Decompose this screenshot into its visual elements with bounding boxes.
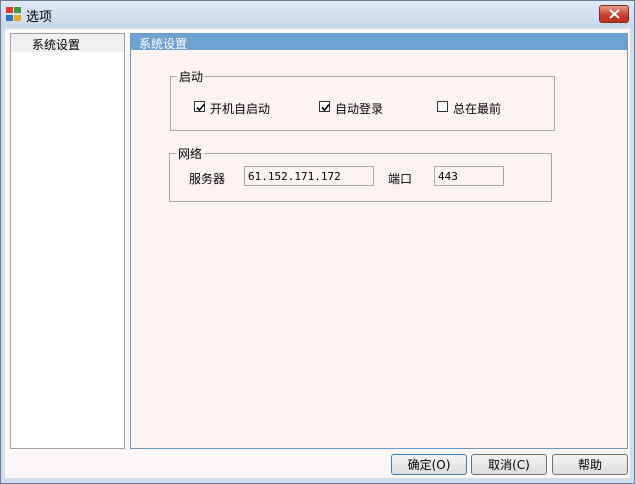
options-dialog: 选项 系统设置 系统设置 启动 开机自启动 自动登录 总在最前 网络 服务器 6… <box>0 0 635 484</box>
panel-title: 系统设置 <box>139 37 188 51</box>
auto-start-label: 开机自启动 <box>210 102 271 116</box>
app-icon <box>6 6 22 22</box>
always-on-top-label: 总在最前 <box>453 102 502 116</box>
auto-start-checkbox-box[interactable] <box>194 101 205 112</box>
server-address-field[interactable] <box>244 166 374 186</box>
port-label: 端口 <box>388 172 413 186</box>
server-label: 服务器 <box>189 172 226 186</box>
checkmark-icon <box>321 103 330 112</box>
help-button[interactable]: 帮助 <box>552 454 628 475</box>
window-title: 选项 <box>26 10 53 25</box>
network-group: 网络 服务器 端口 <box>169 145 552 202</box>
sidebar-item-label: 系统设置 <box>32 38 81 52</box>
sidebar-item-system-settings[interactable]: 系统设置 <box>11 34 124 52</box>
panel-header: 系统设置 <box>131 34 627 51</box>
port-field[interactable] <box>434 166 504 186</box>
network-group-label: 网络 <box>176 145 205 162</box>
close-button[interactable] <box>599 5 629 23</box>
category-list: 系统设置 <box>10 33 125 449</box>
startup-group-label: 启动 <box>177 68 206 85</box>
auto-login-label: 自动登录 <box>335 102 384 116</box>
always-on-top-checkbox-box[interactable] <box>437 101 448 112</box>
checkmark-icon <box>196 103 205 112</box>
title-bar[interactable]: 选项 <box>1 1 634 27</box>
dialog-body: 系统设置 系统设置 启动 开机自启动 自动登录 总在最前 网络 服务器 61.1… <box>5 29 630 478</box>
cancel-button[interactable]: 取消(C) <box>471 454 547 475</box>
settings-panel: 系统设置 启动 开机自启动 自动登录 总在最前 网络 服务器 61.152.17… <box>130 33 628 449</box>
startup-group: 启动 开机自启动 自动登录 总在最前 <box>170 68 555 131</box>
close-icon <box>609 9 620 19</box>
auto-login-checkbox-box[interactable] <box>319 101 330 112</box>
ok-button[interactable]: 确定(O) <box>391 454 467 475</box>
